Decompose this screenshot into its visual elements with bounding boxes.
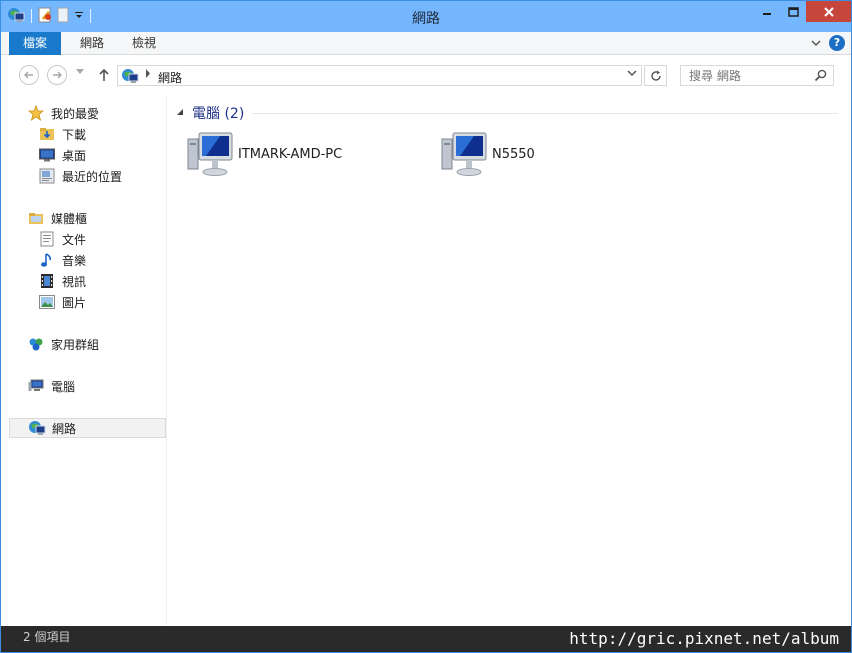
film-strip-icon xyxy=(38,273,56,289)
group-header-label: 電腦 (2) xyxy=(192,106,245,122)
title-bar: 網路 xyxy=(1,1,851,32)
computer-tile[interactable]: ITMARK-AMD-PC xyxy=(186,131,342,177)
nav-recent-places[interactable]: 最近的位置 xyxy=(9,166,166,186)
recent-locations-chevron-icon[interactable] xyxy=(76,68,84,77)
status-bar: 2 個項目 http://gric.pixnet.net/album xyxy=(1,626,851,652)
nav-downloads-label: 下載 xyxy=(62,127,87,142)
computer-name: N5550 xyxy=(492,146,535,162)
nav-downloads[interactable]: 下載 xyxy=(9,124,166,144)
nav-libraries-label: 媒體櫃 xyxy=(51,211,88,226)
watermark-text: http://gric.pixnet.net/album xyxy=(569,629,839,648)
nav-pictures-label: 圖片 xyxy=(62,295,87,310)
nav-homegroup[interactable]: 家用群組 xyxy=(9,334,166,354)
libraries-folder-icon xyxy=(27,210,45,226)
nav-homegroup-label: 家用群組 xyxy=(51,337,100,352)
collapse-triangle-icon[interactable] xyxy=(176,108,184,118)
address-bar[interactable]: 網路 xyxy=(117,65,642,86)
nav-music-label: 音樂 xyxy=(62,253,87,268)
address-dropdown-chevron-icon[interactable] xyxy=(627,69,637,80)
group-header-divider xyxy=(252,112,838,114)
homegroup-icon xyxy=(27,336,45,352)
nav-favorites[interactable]: 我的最愛 xyxy=(9,103,166,123)
nav-videos-label: 視訊 xyxy=(62,274,87,289)
computer-icon xyxy=(27,378,45,394)
network-icon xyxy=(28,420,46,436)
downloads-folder-icon xyxy=(38,126,56,142)
nav-recent-places-label: 最近的位置 xyxy=(62,169,123,184)
nav-desktop-label: 桌面 xyxy=(62,148,87,163)
explorer-window: 網路 檔案 網路 檢視 ? 網路 搜尋 網路 我的最愛 下載 桌面 最近的位置 … xyxy=(0,0,852,653)
tab-network[interactable]: 網路 xyxy=(66,32,118,55)
minimize-button[interactable] xyxy=(754,1,780,22)
navigation-pane: 我的最愛 下載 桌面 最近的位置 媒體櫃 文件 音樂 視訊 圖片 家用群組 電腦… xyxy=(1,95,167,625)
nav-videos[interactable]: 視訊 xyxy=(9,271,166,291)
search-icon[interactable] xyxy=(814,69,827,85)
group-header-computers[interactable]: 電腦 (2) xyxy=(176,103,838,123)
recent-places-icon xyxy=(38,168,56,184)
content-pane: 電腦 (2) ITMARK-AMD-PC N5550 xyxy=(168,95,851,625)
close-button[interactable] xyxy=(806,1,851,22)
window-title: 網路 xyxy=(412,11,440,27)
ribbon-right-controls: ? xyxy=(811,35,845,51)
tab-view[interactable]: 檢視 xyxy=(118,32,170,55)
up-button[interactable] xyxy=(96,65,112,85)
item-count: 2 個項目 xyxy=(23,630,71,644)
star-icon xyxy=(27,105,45,121)
search-box[interactable] xyxy=(680,65,834,86)
picture-icon xyxy=(38,294,56,310)
computer-name: ITMARK-AMD-PC xyxy=(238,146,343,162)
back-button[interactable] xyxy=(19,65,39,85)
nav-libraries[interactable]: 媒體櫃 xyxy=(9,208,166,228)
computer-tile[interactable]: N5550 xyxy=(440,131,535,177)
desktop-icon xyxy=(38,147,56,163)
music-note-icon xyxy=(38,252,56,268)
search-input[interactable] xyxy=(681,66,809,85)
maximize-button[interactable] xyxy=(780,1,806,22)
nav-network[interactable]: 網路 xyxy=(9,418,166,438)
nav-desktop[interactable]: 桌面 xyxy=(9,145,166,165)
desktop-computer-icon xyxy=(187,132,233,176)
help-button[interactable]: ? xyxy=(829,35,845,51)
breadcrumb-network[interactable]: 網路 xyxy=(158,69,182,86)
nav-favorites-label: 我的最愛 xyxy=(51,106,100,121)
documents-icon xyxy=(38,231,56,247)
refresh-button[interactable] xyxy=(644,65,667,86)
tab-file[interactable]: 檔案 xyxy=(9,32,62,55)
nav-computer[interactable]: 電腦 xyxy=(9,376,166,396)
nav-computer-label: 電腦 xyxy=(51,379,76,394)
nav-documents-label: 文件 xyxy=(62,232,87,247)
navigation-bar: 網路 xyxy=(1,56,851,94)
window-controls xyxy=(754,1,851,22)
nav-pictures[interactable]: 圖片 xyxy=(9,292,166,312)
breadcrumb-chevron-icon[interactable] xyxy=(145,69,151,81)
expand-ribbon-chevron-icon[interactable] xyxy=(811,36,821,50)
nav-network-label: 網路 xyxy=(52,421,77,436)
network-icon xyxy=(121,68,139,87)
nav-documents[interactable]: 文件 xyxy=(9,229,166,249)
nav-music[interactable]: 音樂 xyxy=(9,250,166,270)
desktop-computer-icon xyxy=(441,132,487,176)
forward-button[interactable] xyxy=(47,65,67,85)
ribbon-tabs: 檔案 網路 檢視 ? xyxy=(1,32,851,55)
